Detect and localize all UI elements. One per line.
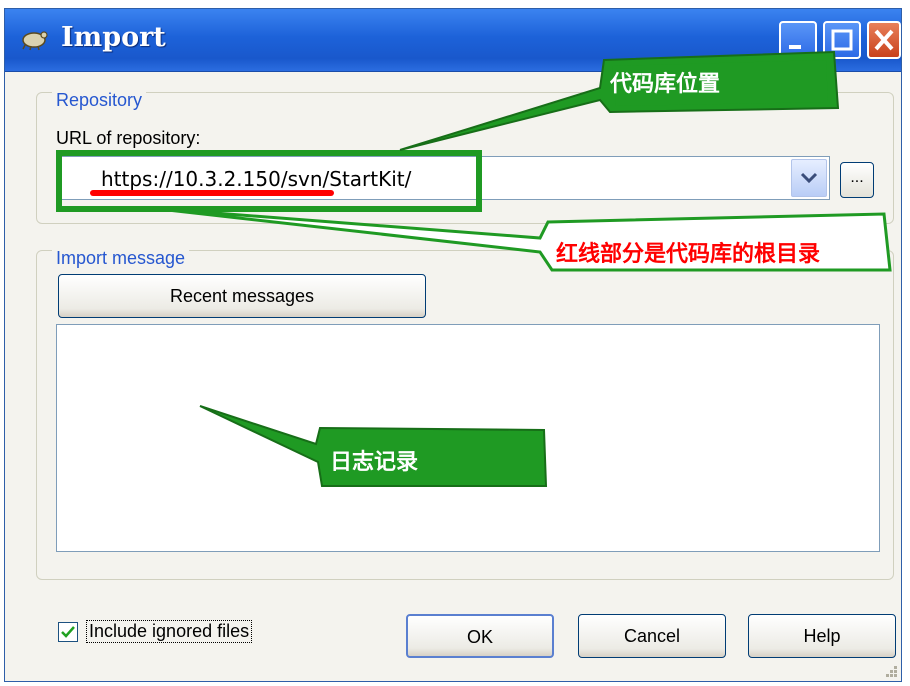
callout-repo-root-text: 红线部分是代码库的根目录 [556,242,821,267]
callout-log-record-text: 日志记录 [330,450,419,475]
annotation-overlay [149,50,892,487]
callout-repo-location-text: 代码库位置 [610,72,721,97]
